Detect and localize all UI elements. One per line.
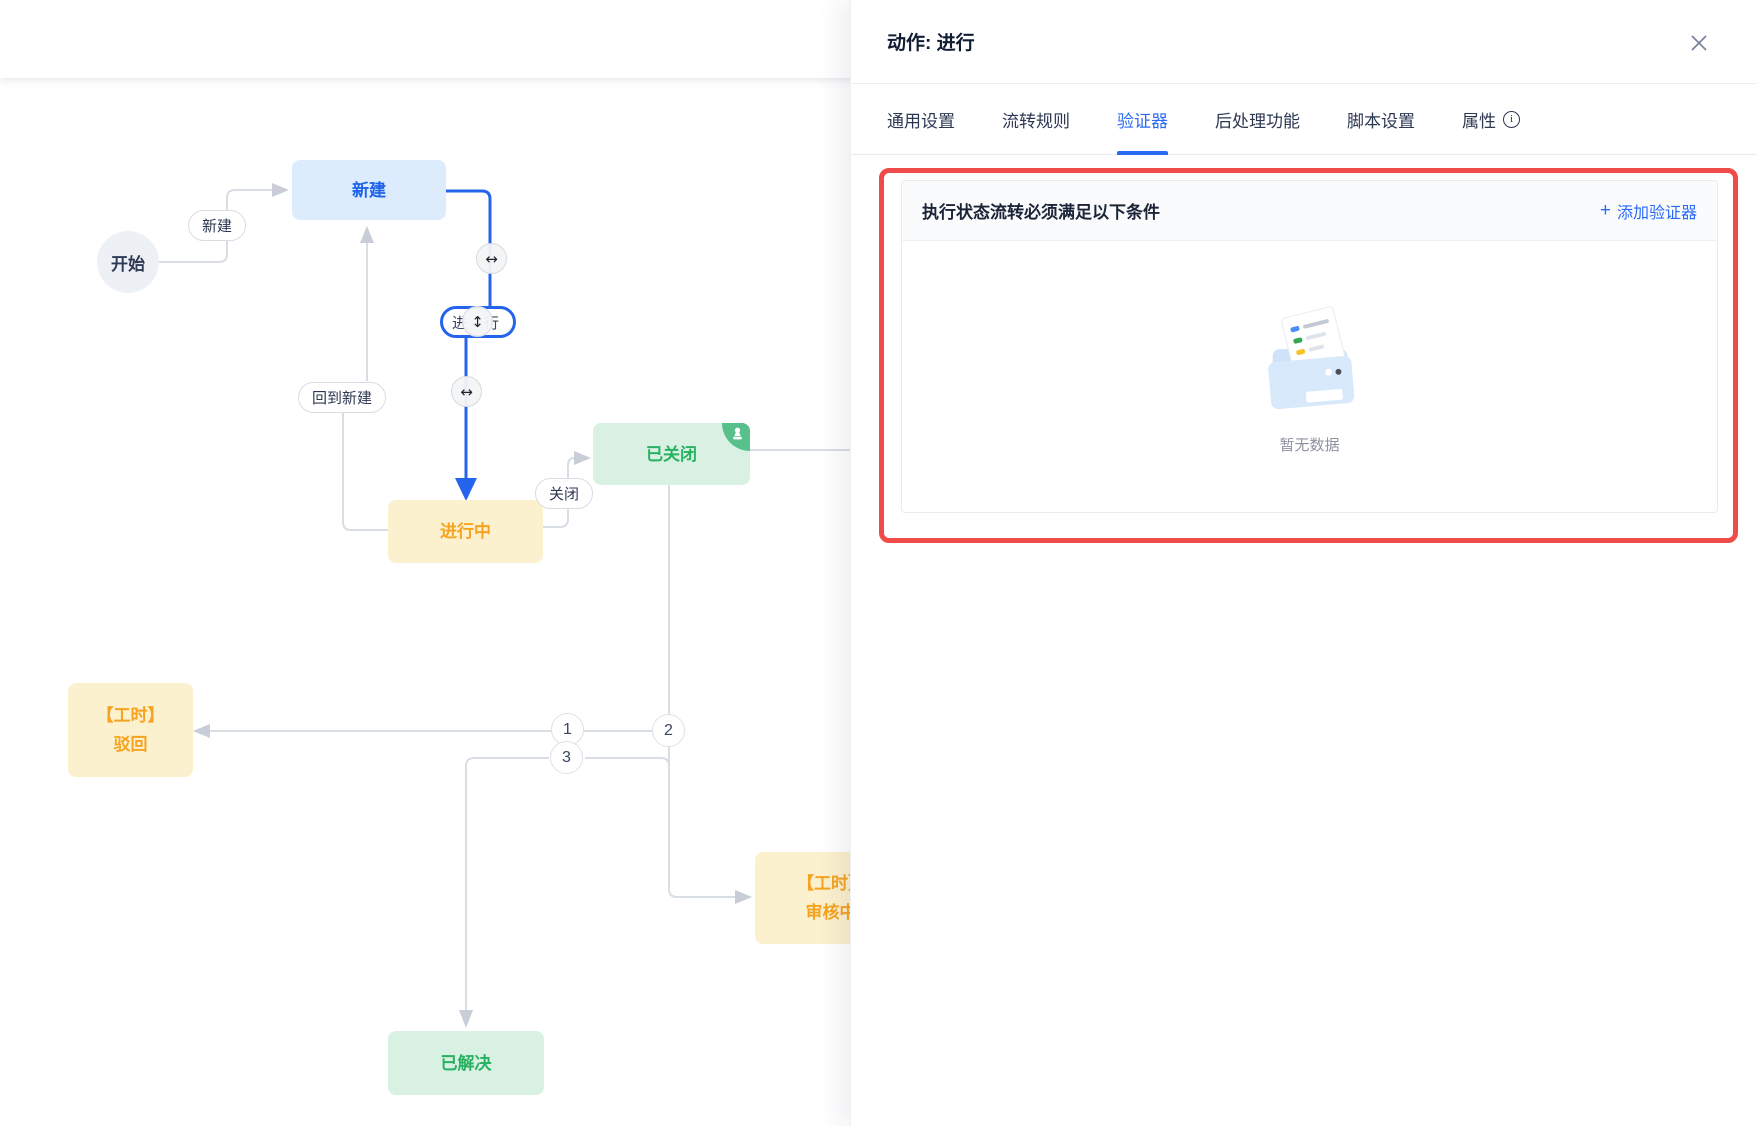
node-in-progress-label: 进行中 [440, 517, 491, 546]
arrowhead [574, 451, 591, 465]
transition-marker-3[interactable]: 3 [550, 741, 583, 774]
tab-properties[interactable]: 属性 i [1462, 84, 1520, 155]
tab-post-functions[interactable]: 后处理功能 [1215, 84, 1300, 155]
plus-icon: + [1600, 203, 1611, 219]
validator-conditions-card: 执行状态流转必须满足以下条件 + 添加验证器 [901, 180, 1718, 513]
drag-handle-horizontal-icon[interactable]: ↔ [451, 376, 482, 407]
tab-script-settings[interactable]: 脚本设置 [1347, 84, 1415, 155]
arrowhead [272, 183, 289, 197]
tab-properties-label: 属性 [1462, 107, 1496, 132]
close-icon[interactable] [1687, 31, 1711, 55]
node-start[interactable]: 开始 [97, 231, 159, 293]
node-rejected[interactable]: 【工时】 驳回 [68, 683, 193, 777]
arrowhead-blue [455, 478, 477, 501]
edge-marker3-join[interactable] [585, 758, 669, 766]
panel-tabs: 通用设置 流转规则 验证器 后处理功能 脚本设置 属性 i [851, 84, 1757, 155]
node-rejected-line1: 【工时】 [97, 701, 165, 730]
node-new[interactable]: 新建 [292, 160, 446, 220]
node-rejected-line2: 驳回 [114, 730, 148, 759]
node-review-line2: 审核中 [806, 898, 857, 927]
validator-empty-state: 暂无数据 [902, 241, 1717, 513]
validator-card-header: 执行状态流转必须满足以下条件 + 添加验证器 [902, 181, 1717, 241]
transition-marker-2[interactable]: 2 [652, 714, 685, 747]
info-icon[interactable]: i [1503, 111, 1520, 128]
highlight-red-box: 执行状态流转必须满足以下条件 + 添加验证器 [879, 168, 1738, 543]
edge-back-to-new-lower[interactable] [343, 413, 388, 530]
edge-label-create[interactable]: 新建 [188, 210, 246, 241]
empty-folder-illustration [1251, 300, 1369, 412]
arrowhead [360, 226, 374, 243]
node-new-label: 新建 [352, 176, 386, 205]
node-closed[interactable]: 已关闭 [593, 423, 750, 485]
node-in-progress[interactable]: 进行中 [388, 500, 543, 563]
arrowhead [459, 1010, 473, 1028]
tab-validators[interactable]: 验证器 [1117, 84, 1168, 155]
arrowhead [735, 890, 752, 904]
tab-transition-rules[interactable]: 流转规则 [1002, 84, 1070, 155]
drag-handle-vertical-icon[interactable]: ↕ [462, 306, 493, 337]
drag-handle-horizontal-icon[interactable]: ↔ [476, 243, 507, 274]
node-resolved-label: 已解决 [441, 1049, 492, 1078]
node-resolved[interactable]: 已解决 [388, 1031, 544, 1095]
node-closed-label: 已关闭 [646, 440, 697, 469]
node-start-label: 开始 [111, 250, 145, 275]
add-validator-label: 添加验证器 [1617, 199, 1697, 223]
add-validator-button[interactable]: + 添加验证器 [1600, 199, 1697, 223]
stamp-badge-icon [722, 423, 750, 451]
edge-label-close[interactable]: 关闭 [535, 478, 593, 509]
validator-condition-title: 执行状态流转必须满足以下条件 [922, 198, 1160, 223]
edge-label-back-to-new[interactable]: 回到新建 [298, 382, 386, 413]
action-detail-panel: 动作: 进行 通用设置 流转规则 验证器 后处理功能 脚本设置 属性 i 执行状… [850, 0, 1757, 1126]
edge-to-resolved[interactable] [466, 758, 549, 1010]
panel-header: 动作: 进行 [851, 0, 1757, 84]
panel-title: 动作: 进行 [887, 28, 975, 55]
empty-data-text: 暂无数据 [1279, 434, 1339, 455]
edge-closed-to-review[interactable] [669, 485, 735, 897]
tab-general-settings[interactable]: 通用设置 [887, 84, 955, 155]
arrowhead [193, 724, 210, 738]
